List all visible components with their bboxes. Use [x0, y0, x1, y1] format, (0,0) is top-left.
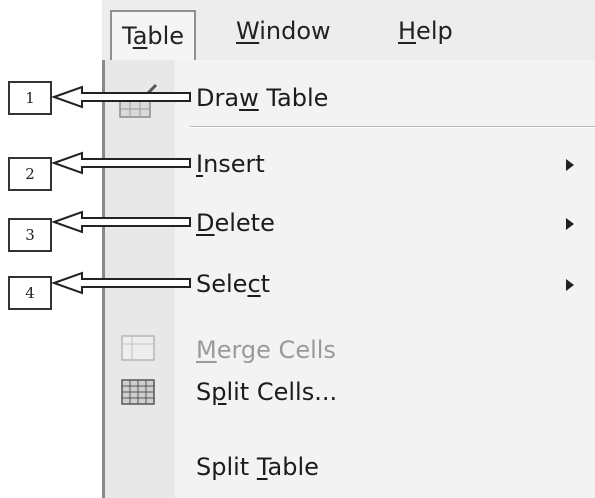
callout-box-3: 3 — [8, 218, 52, 252]
callout-box-2: 2 — [8, 157, 52, 191]
callout-box-4: 4 — [8, 276, 52, 310]
callout-arrow-3 — [51, 210, 191, 234]
callout-arrow-2 — [51, 151, 191, 175]
callout-arrow-4 — [51, 271, 191, 295]
callout-box-1: 1 — [8, 81, 52, 115]
callout-arrow-1 — [51, 85, 191, 109]
callout-arrows — [51, 85, 191, 295]
